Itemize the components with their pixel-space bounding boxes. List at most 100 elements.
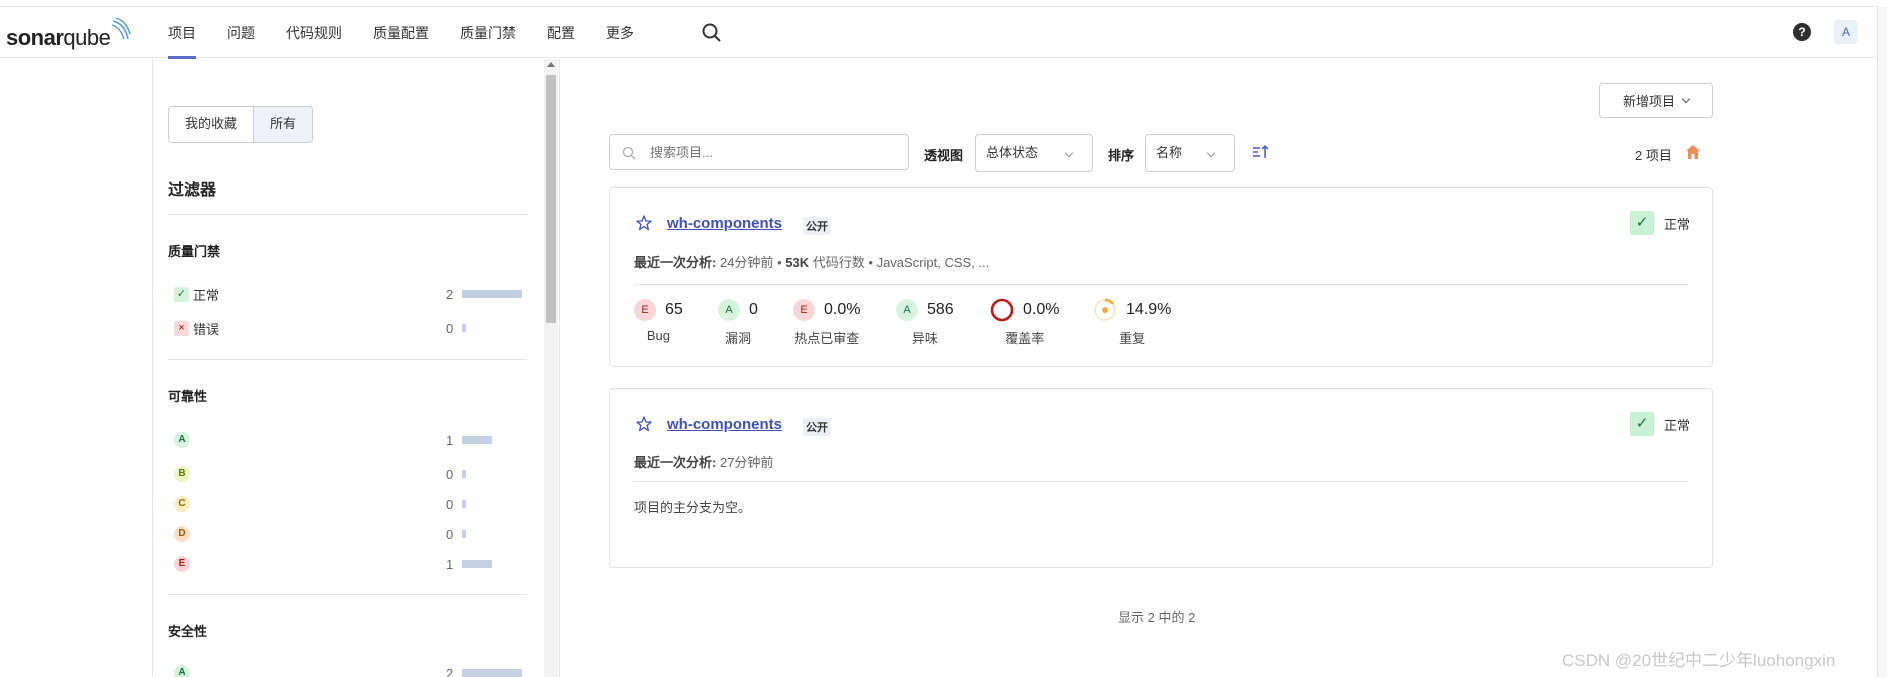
- chevron-down-icon: [1681, 94, 1691, 103]
- metric-label: 覆盖率: [1005, 331, 1045, 346]
- metric-value: 0: [749, 301, 758, 318]
- filter-sidebar: [152, 59, 560, 677]
- metric-code-smells[interactable]: A 586 异味: [896, 298, 954, 347]
- pagination-count: 显示 2 中的 2: [1118, 610, 1196, 625]
- metric-label: 重复: [1119, 331, 1146, 346]
- sort-value: 名称: [1156, 145, 1183, 160]
- help-icon[interactable]: ?: [1793, 23, 1811, 41]
- scroll-up-arrow-icon[interactable]: [547, 62, 555, 67]
- project-search-input[interactable]: [609, 134, 909, 170]
- divider: [634, 284, 1688, 285]
- perspective-label: 透视图: [924, 148, 964, 163]
- global-search-icon[interactable]: [701, 22, 723, 44]
- project-name-link[interactable]: wh-components: [667, 215, 782, 232]
- grade-d-icon: D: [174, 526, 190, 542]
- star-icon[interactable]: [636, 416, 652, 432]
- grade-e-icon: E: [793, 299, 815, 321]
- main-nav: 项目 问题 代码规则 质量配置 质量门禁 配置 更多: [168, 7, 665, 59]
- facet-row-reliability-a[interactable]: A 1: [174, 430, 524, 450]
- grade-a-icon: A: [718, 299, 740, 321]
- facet-count: 2: [446, 665, 454, 677]
- project-count: 2 项目: [1635, 148, 1672, 163]
- meta-label: 最近一次分析:: [634, 455, 717, 470]
- facet-row-reliability-d[interactable]: D 0: [174, 524, 524, 544]
- facet-row-reliability-c[interactable]: C 0: [174, 494, 524, 514]
- facet-row-reliability-b[interactable]: B 0: [174, 464, 524, 484]
- project-card: wh-components 公开 ✓ 正常 最近一次分析: 24分钟前 • 53…: [609, 187, 1713, 367]
- facet-label: 错误: [193, 321, 220, 337]
- sidebar-scrollbar[interactable]: [544, 59, 558, 677]
- meta-languages: JavaScript, CSS, ...: [876, 255, 990, 270]
- new-project-button[interactable]: 新增项目: [1599, 83, 1713, 118]
- perspective-select[interactable]: 总体状态: [975, 134, 1093, 172]
- facet-reliability-title[interactable]: 可靠性: [168, 386, 207, 405]
- facet-count: 1: [446, 556, 454, 572]
- facet-count: 0: [446, 526, 454, 542]
- project-name-link[interactable]: wh-components: [667, 416, 782, 433]
- facet-count: 0: [446, 320, 454, 336]
- perspective-value: 总体状态: [986, 145, 1039, 160]
- nav-projects[interactable]: 项目: [168, 7, 196, 59]
- star-icon[interactable]: [636, 215, 652, 231]
- metric-coverage[interactable]: 0.0% 覆盖率: [990, 298, 1059, 347]
- metric-value: 65: [665, 301, 683, 318]
- visibility-badge: 公开: [803, 217, 831, 235]
- divider: [168, 214, 527, 215]
- facet-row-qg-passed[interactable]: ✓ 正常 2: [174, 284, 524, 304]
- facet-bar: [462, 669, 522, 677]
- facet-count: 0: [446, 496, 454, 512]
- nav-more[interactable]: 更多: [606, 7, 634, 59]
- top-navbar: sonarqube 项目 问题 代码规则 质量配置 质量门禁 配置 更多 ? A: [0, 6, 1887, 59]
- home-icon[interactable]: [1685, 144, 1701, 160]
- my-favorites-button[interactable]: 我的收藏: [169, 107, 254, 142]
- grade-a-icon: A: [896, 299, 918, 321]
- facet-count: 2: [446, 286, 454, 302]
- favorites-toggle: 我的收藏 所有: [168, 106, 314, 143]
- metric-bugs[interactable]: E 65 Bug: [634, 298, 683, 343]
- facet-count: 1: [446, 432, 454, 448]
- grade-a-icon: A: [174, 432, 190, 448]
- quality-gate-status: ✓ 正常: [1629, 211, 1690, 235]
- meta-loc: 53K: [785, 255, 810, 270]
- sort-select[interactable]: 名称: [1145, 134, 1235, 172]
- facet-row-reliability-e[interactable]: E 1: [174, 554, 524, 574]
- facet-security-title[interactable]: 安全性: [168, 621, 207, 640]
- facet-bar: [462, 436, 492, 444]
- all-projects-button[interactable]: 所有: [253, 107, 313, 142]
- facet-bar: [462, 500, 466, 508]
- nav-issues[interactable]: 问题: [227, 7, 255, 59]
- nav-rules[interactable]: 代码规则: [286, 7, 342, 59]
- check-icon: ✓: [1629, 211, 1654, 235]
- status-label: 正常: [1663, 417, 1690, 433]
- grade-a-icon: A: [174, 665, 190, 677]
- meta-separator: •: [777, 255, 782, 270]
- nav-administration[interactable]: 配置: [547, 7, 575, 59]
- sort-direction-icon[interactable]: [1252, 144, 1270, 160]
- avatar[interactable]: A: [1834, 20, 1858, 44]
- page-scrollbar[interactable]: [1877, 6, 1887, 677]
- project-card: wh-components 公开 ✓ 正常 最近一次分析: 27分钟前 项目的主…: [609, 388, 1713, 568]
- cross-icon: ×: [174, 320, 189, 336]
- nav-quality-gates[interactable]: 质量门禁: [460, 7, 516, 59]
- empty-branch-message: 项目的主分支为空。: [634, 500, 752, 515]
- metric-value: 14.9%: [1126, 301, 1172, 318]
- facet-row-qg-failed[interactable]: × 错误 0: [174, 318, 524, 338]
- analysis-meta: 最近一次分析: 27分钟前: [634, 452, 773, 471]
- duplications-ring-icon: [1094, 298, 1116, 321]
- sonarqube-logo[interactable]: sonarqube: [6, 17, 132, 51]
- facet-quality-gate-title[interactable]: 质量门禁: [168, 241, 220, 260]
- facet-bar: [462, 470, 466, 478]
- metric-duplications[interactable]: 14.9% 重复: [1093, 298, 1171, 347]
- nav-quality-profiles[interactable]: 质量配置: [373, 7, 429, 59]
- grade-e-icon: E: [174, 556, 190, 572]
- metric-vulnerabilities[interactable]: A0 漏洞: [718, 298, 758, 347]
- scrollbar-thumb[interactable]: [546, 75, 556, 323]
- meta-time: 27分钟前: [719, 455, 774, 470]
- facet-row-security-a[interactable]: A 2: [174, 663, 524, 677]
- metric-label: 热点已审查: [794, 331, 860, 346]
- metric-hotspots-reviewed[interactable]: E 0.0% 热点已审查: [793, 298, 860, 347]
- metric-label: 异味: [911, 331, 938, 346]
- chevron-down-icon: [1206, 148, 1216, 158]
- facet-label: 正常: [193, 287, 220, 303]
- divider: [168, 594, 527, 595]
